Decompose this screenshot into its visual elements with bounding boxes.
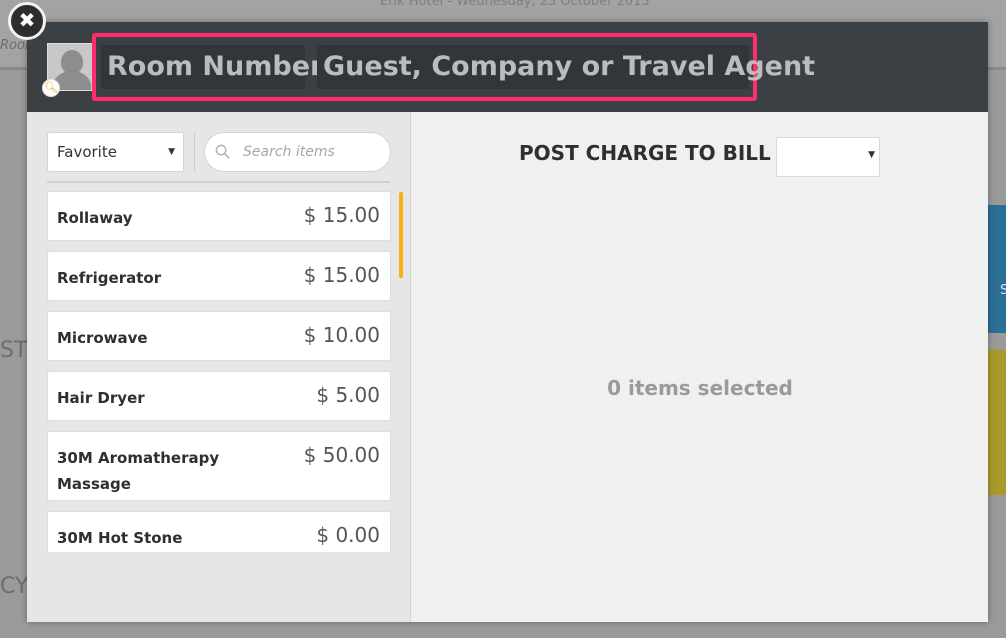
item-name: Refrigerator — [57, 269, 162, 287]
item-name: 30M Hot Stone Massage — [57, 529, 183, 547]
item-card-microwave[interactable]: Microwave $ 10.00 — [47, 311, 391, 361]
item-card-hair-dryer[interactable]: Hair Dryer $ 5.00 — [47, 371, 391, 421]
item-search-box[interactable] — [204, 132, 391, 172]
category-select[interactable]: Favorite ▼ — [47, 132, 184, 172]
background-tile-letter: S — [1000, 283, 1006, 298]
background-side-text-2: CY — [0, 574, 29, 599]
item-selection-panel: Favorite ▼ Rollaway $ 15.00 Refrigerator… — [27, 112, 411, 622]
caret-down-icon: ▼ — [868, 150, 875, 160]
background-tile-blue: S — [986, 205, 1006, 333]
item-price: $ 15.00 — [303, 263, 380, 287]
search-icon — [215, 144, 230, 159]
search-badge-icon[interactable]: 🔍︎ — [42, 79, 60, 97]
category-select-value: Favorite — [57, 143, 117, 161]
item-list-scrollbar[interactable] — [399, 192, 403, 278]
item-price: $ 0.00 — [316, 523, 380, 547]
room-number-input[interactable]: Room Number — [101, 45, 323, 89]
modal-header: 🔍︎ Room Number Guest, Company or Travel … — [27, 22, 988, 112]
item-card-aromatherapy-massage[interactable]: 30M Aromatherapy Massage $ 50.00 — [47, 431, 391, 501]
list-divider — [47, 181, 390, 183]
item-name: Rollaway — [57, 209, 133, 227]
caret-down-icon: ▼ — [168, 147, 175, 157]
item-list[interactable]: Rollaway $ 15.00 Refrigerator $ 15.00 Mi… — [47, 191, 392, 552]
filter-divider — [194, 132, 195, 172]
post-charge-modal: 🔍︎ Room Number Guest, Company or Travel … — [27, 22, 988, 622]
guest-search-highlight: Room Number Guest, Company or Travel Age… — [92, 33, 815, 101]
item-card-refrigerator[interactable]: Refrigerator $ 15.00 — [47, 251, 391, 301]
item-price: $ 50.00 — [303, 443, 380, 467]
close-icon: ✖ — [18, 8, 36, 32]
item-price: $ 15.00 — [303, 203, 380, 227]
post-charge-label: POST CHARGE TO BILL # — [519, 141, 795, 165]
bill-number-select[interactable]: ▼ — [776, 137, 880, 177]
item-name: 30M Aromatherapy Massage — [57, 449, 220, 493]
item-card-rollaway[interactable]: Rollaway $ 15.00 — [47, 191, 391, 241]
item-search-input[interactable] — [243, 142, 383, 162]
close-modal-button[interactable]: ✖ — [8, 2, 46, 40]
item-card-hot-stone-massage[interactable]: 30M Hot Stone Massage $ 0.00 — [47, 511, 391, 552]
background-header-text: Erik Hotel - Wednesday, 23 October 2013 — [380, 0, 650, 9]
charge-summary-panel: POST CHARGE TO BILL # ▼ 0 items selected — [412, 112, 988, 622]
item-name: Hair Dryer — [57, 389, 145, 407]
item-price: $ 10.00 — [303, 323, 380, 347]
item-name: Microwave — [57, 329, 148, 347]
background-tile-yellow — [986, 350, 1006, 495]
guest-company-agent-input[interactable]: Guest, Company or Travel Agent — [317, 45, 815, 89]
items-selected-count: 0 items selected — [607, 376, 793, 400]
item-price: $ 5.00 — [316, 383, 380, 407]
